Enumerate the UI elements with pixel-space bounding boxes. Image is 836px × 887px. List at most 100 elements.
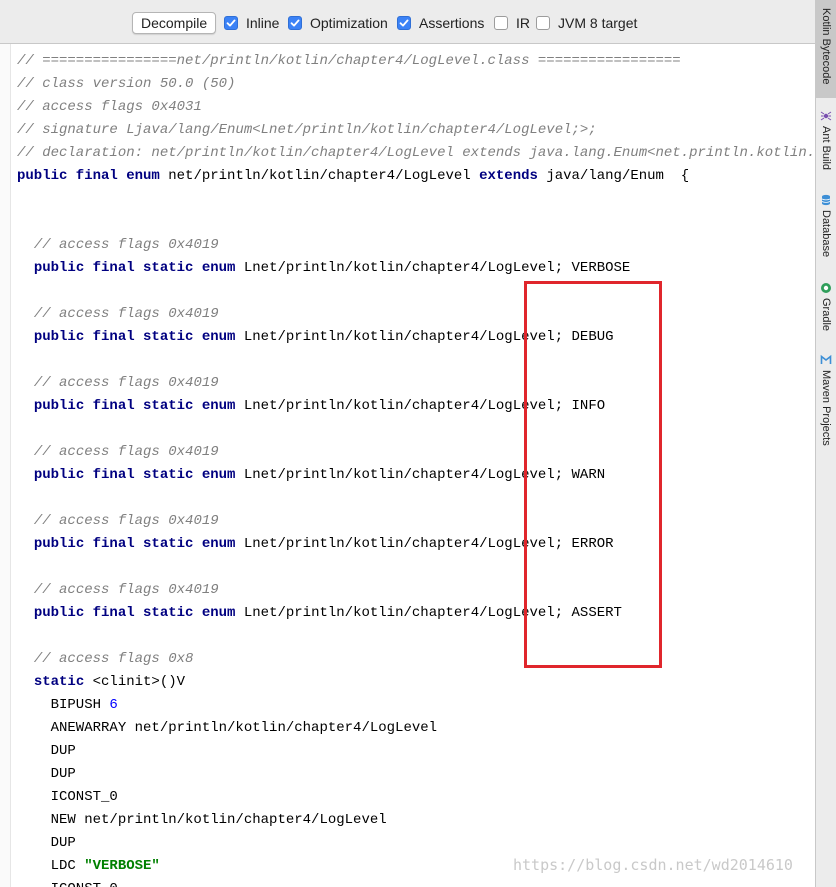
code-line: NEW net/println/kotlin/chapter4/LogLevel (17, 811, 387, 829)
watermark: https://blog.csdn.net/wd2014610 (513, 856, 793, 874)
option-ir[interactable]: IR (494, 14, 530, 32)
side-tab-database[interactable]: Database (816, 190, 836, 266)
code-line: DUP (17, 834, 76, 852)
checkmark-icon (290, 19, 300, 27)
side-tab-label: Gradle (820, 298, 832, 332)
jvm8-target-checkbox[interactable] (536, 16, 550, 30)
code-line: // access flags 0x4019 (17, 374, 219, 392)
code-line: ANEWARRAY net/println/kotlin/chapter4/Lo… (17, 719, 437, 737)
code-keyword: public final enum (17, 168, 169, 184)
code-keyword: public final static enum (33, 467, 244, 483)
option-assertions[interactable]: Assertions (397, 14, 484, 32)
maven-icon (820, 354, 832, 366)
code-text: ANEWARRAY net/println/kotlin/chapter4/Lo… (17, 720, 438, 736)
code-comment: // access flags 0x4019 (33, 375, 219, 391)
code-line: // access flags 0x4019 (17, 305, 219, 323)
code-text: <clinit>()V (92, 674, 186, 690)
code-line: // access flags 0x4019 (17, 236, 219, 254)
code-text: ICONST_0 (17, 789, 118, 805)
code-keyword: extends (479, 168, 547, 184)
code-comment: // ================net/println/kotlin/ch… (17, 53, 681, 69)
code-comment: // access flags 0x4019 (33, 513, 219, 529)
code-line: public final static enum Lnet/println/ko… (17, 259, 631, 277)
option-jvm8-target[interactable]: JVM 8 target (536, 14, 637, 32)
code-line: // access flags 0x4019 (17, 581, 219, 599)
code-line: // signature Ljava/lang/Enum<Lnet/printl… (17, 121, 597, 139)
code-text: ICONST_0 (17, 881, 118, 887)
side-tab-ant-build[interactable]: Ant Build (816, 106, 836, 178)
code-line: // declaration: net/println/kotlin/chapt… (17, 144, 815, 162)
highlight-box (524, 281, 662, 668)
code-keyword: public final static enum (33, 398, 244, 414)
code-line: // class version 50.0 (50) (17, 75, 235, 93)
code-line: // access flags 0x4019 (17, 512, 219, 530)
code-line: public final static enum Lnet/println/ko… (17, 466, 605, 484)
code-comment: // access flags 0x4031 (17, 99, 202, 115)
code-text: LDC (17, 858, 85, 874)
checkmark-icon (226, 19, 236, 27)
right-tool-window-strip: Kotlin Bytecode Ant Build Database Gradl… (815, 0, 836, 887)
code-comment: // access flags 0x4019 (33, 306, 219, 322)
code-number: 6 (109, 697, 118, 713)
bytecode-editor[interactable]: // ================net/println/kotlin/ch… (0, 44, 815, 887)
checkmark-icon (399, 19, 409, 27)
code-text: net/println/kotlin/chapter4/LogLevel (168, 168, 480, 184)
optimization-checkbox[interactable] (288, 16, 302, 30)
code-line: // access flags 0x4031 (17, 98, 202, 116)
side-tab-label: Kotlin Bytecode (820, 8, 832, 85)
side-tab-kotlin-bytecode[interactable]: Kotlin Bytecode (816, 0, 836, 98)
code-text: DUP (17, 835, 76, 851)
ir-label: IR (516, 15, 530, 31)
jvm8-target-label: JVM 8 target (558, 15, 638, 31)
code-comment: // signature Ljava/lang/Enum<Lnet/printl… (17, 122, 597, 138)
side-tab-gradle[interactable]: Gradle (816, 278, 836, 338)
inline-label: Inline (246, 15, 280, 31)
code-line: ICONST_0 (17, 880, 118, 887)
ant-icon (820, 110, 832, 122)
code-line: DUP (17, 765, 76, 783)
code-line: DUP (17, 742, 76, 760)
code-line: public final static enum Lnet/println/ko… (17, 397, 605, 415)
side-tab-maven-projects[interactable]: Maven Projects (816, 350, 836, 454)
code-line: // access flags 0x8 (17, 650, 194, 668)
database-icon (820, 194, 832, 206)
code-comment: // declaration: net/println/kotlin/chapt… (17, 145, 815, 161)
code-keyword: public final static enum (33, 329, 244, 345)
code-comment: // access flags 0x4019 (33, 582, 219, 598)
code-keyword: public final static enum (33, 536, 244, 552)
code-comment: // access flags 0x4019 (33, 444, 219, 460)
code-comment: // class version 50.0 (50) (17, 76, 236, 92)
side-tab-label: Maven Projects (820, 370, 832, 446)
code-line: public final enum net/println/kotlin/cha… (17, 167, 689, 185)
code-text: java/lang/Enum { (546, 168, 690, 184)
ir-checkbox[interactable] (494, 16, 508, 30)
code-keyword: public final static enum (33, 260, 244, 276)
toolbar: Decompile Inline Optimization Assertions… (0, 0, 815, 44)
option-optimization[interactable]: Optimization (288, 14, 388, 32)
optimization-label: Optimization (310, 15, 388, 31)
code-comment: // access flags 0x8 (33, 651, 194, 667)
option-inline[interactable]: Inline (224, 14, 279, 32)
assertions-label: Assertions (419, 15, 485, 31)
code-line: static <clinit>()V (17, 673, 185, 691)
code-line: LDC "VERBOSE" (17, 857, 160, 875)
inline-checkbox[interactable] (224, 16, 238, 30)
side-tab-label: Database (820, 210, 832, 258)
assertions-checkbox[interactable] (397, 16, 411, 30)
code-text: DUP (17, 766, 76, 782)
code-text: NEW net/println/kotlin/chapter4/LogLevel (17, 812, 387, 828)
code-text: Lnet/println/kotlin/chapter4/LogLevel; V… (243, 260, 631, 276)
decompile-button[interactable]: Decompile (132, 12, 217, 34)
